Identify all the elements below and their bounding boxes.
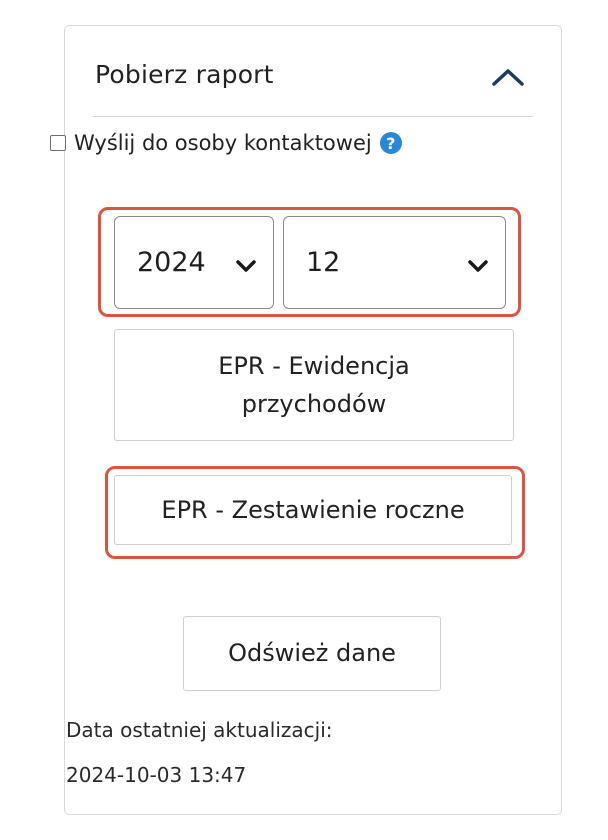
panel-title: Pobierz raport [95,60,274,89]
chevron-down-icon [236,260,256,272]
refresh-data-button[interactable]: Odśwież dane [183,616,441,691]
epr-zestawienie-roczne-button[interactable]: EPR - Zestawienie roczne [114,475,512,545]
chevron-up-icon[interactable] [491,66,525,88]
epr-ewidencja-label-line1: EPR - Ewidencja [218,351,410,380]
epr-ewidencja-przychodow-button[interactable]: EPR - Ewidencja przychodów [114,329,514,441]
last-update-timestamp: 2024-10-03 13:47 [66,763,247,787]
help-glyph: ? [386,133,396,153]
epr-zestawienie-label: EPR - Zestawienie roczne [161,495,465,524]
panel-header: Pobierz raport [93,26,533,117]
send-to-contact-label[interactable]: Wyślij do osoby kontaktowej [74,131,372,155]
year-select-value: 2024 [137,247,206,278]
send-to-contact-checkbox[interactable] [50,135,66,151]
last-update-label: Data ostatniej aktualizacji: [66,718,333,742]
help-icon[interactable]: ? [379,132,402,154]
epr-ewidencja-label-line2: przychodów [241,390,387,418]
chevron-down-icon [468,260,488,272]
refresh-data-label: Odśwież dane [228,639,396,668]
year-select[interactable]: 2024 [114,216,274,309]
month-select[interactable]: 12 [283,216,506,309]
send-to-contact-row: Wyślij do osoby kontaktowej ? [50,128,402,158]
month-select-value: 12 [306,247,341,278]
